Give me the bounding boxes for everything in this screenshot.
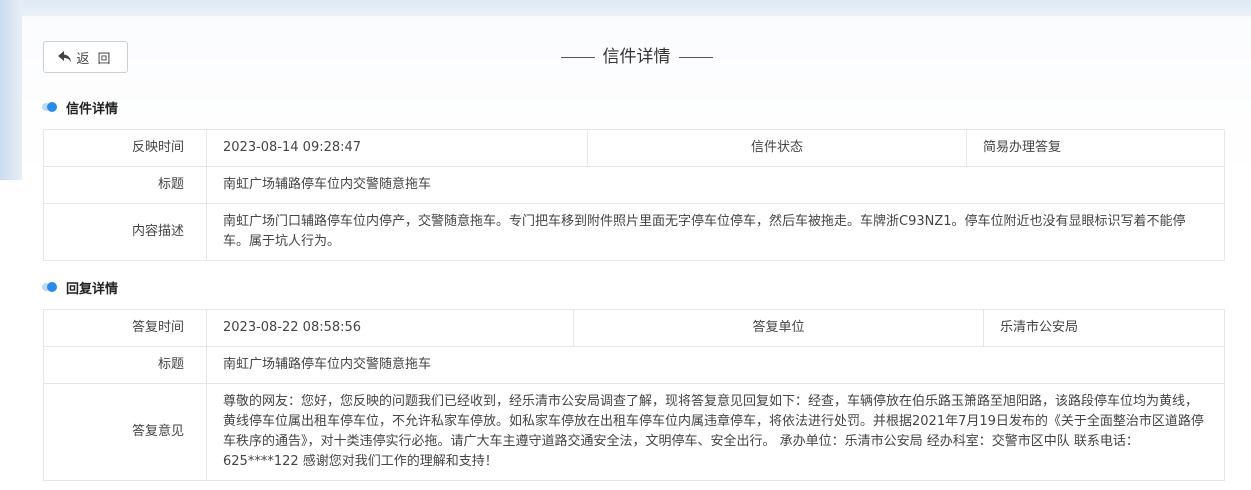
reply-info-table: 答复时间 2023-08-22 08:58:56 答复单位 乐清市公安局 标题 …	[43, 309, 1225, 481]
reply-opinion-value: 尊敬的网友：您好，您反映的问题我们已经收到，经乐清市公安局调查了解，现将答复意见…	[206, 383, 1225, 481]
reply-unit-label: 答复单位	[573, 309, 984, 347]
letter-time-label: 反映时间	[43, 129, 207, 167]
letter-section-title: 信件详情	[66, 101, 119, 117]
reply-unit-value: 乐清市公安局	[983, 309, 1225, 347]
title-divider-right	[678, 56, 713, 58]
letter-info-table: 反映时间 2023-08-14 09:28:47 信件状态 简易办理答复 标题 …	[43, 129, 1225, 261]
letter-content-label: 内容描述	[43, 203, 207, 261]
table-row: 答复时间 2023-08-22 08:58:56 答复单位 乐清市公安局	[43, 309, 1225, 347]
letter-subject-label: 标题	[43, 166, 207, 204]
table-row: 反映时间 2023-08-14 09:28:47 信件状态 简易办理答复	[43, 129, 1225, 167]
reply-section-header: 回复详情	[42, 277, 118, 297]
reply-subject-label: 标题	[43, 346, 207, 384]
letter-section-header: 信件详情	[42, 97, 118, 117]
page-title: 信件详情	[22, 42, 1251, 67]
background-edge	[0, 0, 22, 180]
section-bullet-icon	[42, 102, 60, 112]
reply-section-title: 回复详情	[66, 281, 119, 297]
reply-subject-value: 南虹广场辅路停车位内交警随意拖车	[206, 346, 1225, 384]
letter-detail-page: 返 回 信件详情 信件详情 反映时间 2023-08-14 09:28:47 信…	[22, 16, 1251, 490]
letter-status-value: 简易办理答复	[966, 129, 1225, 167]
table-row: 内容描述 南虹广场门口辅路停车位内停产，交警随意拖车。专门把车移到附件照片里面无…	[43, 203, 1225, 261]
letter-content-value: 南虹广场门口辅路停车位内停产，交警随意拖车。专门把车移到附件照片里面无字停车位停…	[206, 203, 1225, 261]
reply-time-label: 答复时间	[43, 309, 207, 347]
section-bullet-icon	[42, 282, 60, 292]
letter-time-value: 2023-08-14 09:28:47	[206, 129, 588, 167]
table-row: 标题 南虹广场辅路停车位内交警随意拖车	[43, 166, 1225, 204]
title-divider-left	[560, 56, 595, 58]
table-row: 标题 南虹广场辅路停车位内交警随意拖车	[43, 346, 1225, 384]
table-row: 答复意见 尊敬的网友：您好，您反映的问题我们已经收到，经乐清市公安局调查了解，现…	[43, 383, 1225, 481]
reply-opinion-label: 答复意见	[43, 383, 207, 481]
letter-subject-value: 南虹广场辅路停车位内交警随意拖车	[206, 166, 1225, 204]
reply-time-value: 2023-08-22 08:58:56	[206, 309, 574, 347]
letter-status-label: 信件状态	[587, 129, 967, 167]
page-title-text: 信件详情	[602, 47, 671, 67]
